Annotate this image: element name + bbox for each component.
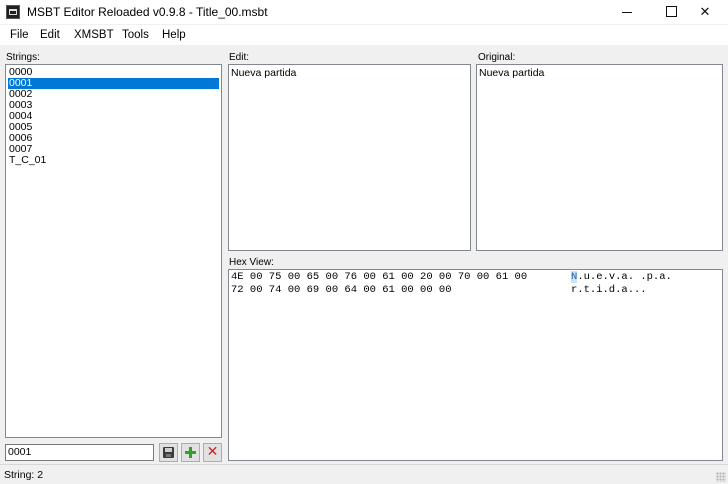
- list-item-selected[interactable]: 0001: [8, 78, 219, 89]
- add-button[interactable]: [181, 443, 200, 462]
- list-item[interactable]: 0000: [8, 67, 219, 78]
- app-icon: [6, 5, 20, 19]
- ascii-text: .u.e.v.a. .p.a.: [577, 271, 672, 283]
- window-title: MSBT Editor Reloaded v0.9.8 - Title_00.m…: [27, 5, 268, 19]
- list-item[interactable]: 0002: [8, 89, 219, 100]
- title-bar: MSBT Editor Reloaded v0.9.8 - Title_00.m…: [0, 0, 728, 24]
- add-icon: [185, 447, 196, 458]
- original-text: Nueva partida: [479, 67, 545, 79]
- menu-bar: File Edit XMSBT Tools Help: [0, 25, 728, 45]
- delete-icon: ✕: [206, 443, 219, 459]
- menu-edit[interactable]: Edit: [40, 29, 60, 41]
- maximize-icon: [665, 6, 677, 18]
- save-button[interactable]: [159, 443, 178, 462]
- menu-tools[interactable]: Tools: [122, 29, 149, 41]
- original-label: Original:: [478, 52, 516, 63]
- resize-grip-icon[interactable]: [716, 472, 726, 482]
- string-name-input[interactable]: 0001: [5, 444, 154, 461]
- hex-line: 72 00 74 00 69 00 64 00 61 00 00 00: [231, 284, 452, 296]
- strings-list[interactable]: 0000 0001 0002 0003 0004 0005 0006 0007 …: [5, 64, 222, 438]
- close-button[interactable]: ✕: [682, 0, 728, 24]
- menu-file[interactable]: File: [10, 29, 29, 41]
- minimize-button[interactable]: [604, 0, 650, 24]
- save-icon: [163, 447, 174, 458]
- ascii-line: r.t.i.d.a...: [571, 284, 647, 296]
- edit-label: Edit:: [229, 52, 250, 63]
- delete-button[interactable]: ✕: [203, 443, 222, 462]
- hex-line: 4E 00 75 00 65 00 76 00 61 00 20 00 70 0…: [231, 271, 528, 283]
- list-item[interactable]: 0006: [8, 133, 219, 144]
- menu-xmsbt[interactable]: XMSBT: [74, 29, 114, 41]
- list-item[interactable]: T_C_01: [8, 155, 219, 166]
- ascii-line: N.u.e.v.a. .p.a.: [571, 271, 672, 283]
- menu-help[interactable]: Help: [162, 29, 186, 41]
- original-textbox[interactable]: Nueva partida: [476, 64, 723, 251]
- close-icon: ✕: [699, 4, 711, 19]
- list-item[interactable]: 0004: [8, 111, 219, 122]
- edit-textbox[interactable]: Nueva partida: [228, 64, 471, 251]
- list-item[interactable]: 0005: [8, 122, 219, 133]
- strings-label: Strings:: [6, 52, 40, 63]
- hex-view[interactable]: 4E 00 75 00 65 00 76 00 61 00 20 00 70 0…: [228, 269, 723, 461]
- ascii-text: r.t.i.d.a...: [571, 284, 647, 296]
- list-item[interactable]: 0003: [8, 100, 219, 111]
- hex-view-label: Hex View:: [229, 257, 274, 268]
- status-text: String: 2: [4, 469, 44, 481]
- minimize-icon: [622, 12, 632, 14]
- status-bar: String: 2: [0, 464, 728, 484]
- edit-text: Nueva partida: [231, 67, 297, 79]
